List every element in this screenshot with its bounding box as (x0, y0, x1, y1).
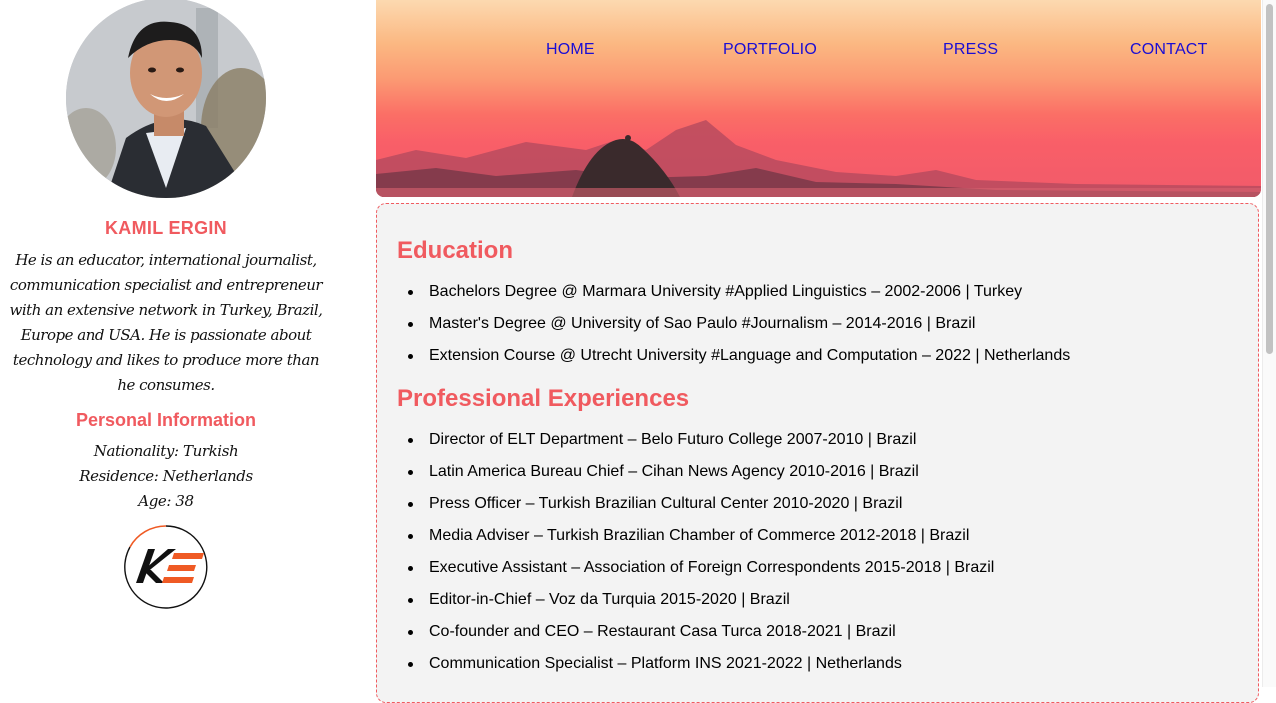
profile-name: KAMIL ERGIN (105, 218, 227, 238)
personal-info-list: Nationality: Turkish Residence: Netherla… (0, 439, 332, 514)
list-item: Latin America Bureau Chief – Cihan News … (397, 456, 994, 488)
scrollbar-thumb[interactable] (1266, 4, 1273, 354)
nav-contact-link[interactable]: CONTACT (1130, 41, 1208, 59)
education-heading: Education (397, 237, 514, 264)
list-item: Media Adviser – Turkish Brazilian Chambe… (397, 520, 994, 552)
list-item: Bachelors Degree @ Marmara University #A… (397, 276, 1070, 308)
list-item: Extension Course @ Utrecht University #L… (397, 340, 1070, 372)
profile-photo (66, 0, 266, 198)
list-item: Communication Specialist – Platform INS … (397, 648, 994, 680)
personal-info-heading: Personal Information (75, 410, 257, 430)
residence-text: Residence: Netherlands (79, 467, 253, 485)
profile-sidebar: KAMIL ERGIN He is an educator, internati… (0, 0, 332, 687)
list-item: Press Officer – Turkish Brazilian Cultur… (397, 488, 994, 520)
ke-logo-icon (122, 523, 210, 611)
resume-card: Education Bachelors Degree @ Marmara Uni… (376, 203, 1259, 703)
header-banner: HOME PORTFOLIO PRESS CONTACT (376, 0, 1261, 197)
nationality-text: Nationality: Turkish (93, 442, 239, 460)
list-item: Director of ELT Department – Belo Futuro… (397, 424, 994, 456)
page-scrollbar[interactable] (1262, 0, 1276, 687)
nav-home-link[interactable]: HOME (546, 41, 595, 59)
experience-list: Director of ELT Department – Belo Futuro… (397, 424, 994, 680)
nav-press-link[interactable]: PRESS (943, 41, 998, 59)
list-item: Co-founder and CEO – Restaurant Casa Tur… (397, 616, 994, 648)
sunset-landscape-image (376, 120, 1261, 197)
experience-heading: Professional Experiences (397, 385, 690, 412)
list-item: Editor-in-Chief – Voz da Turquia 2015-20… (397, 584, 994, 616)
profile-bio: He is an educator, international journal… (9, 251, 323, 394)
education-list: Bachelors Degree @ Marmara University #A… (397, 276, 1070, 372)
list-item: Master's Degree @ University of Sao Paul… (397, 308, 1070, 340)
age-text: Age: 38 (138, 492, 194, 510)
nav-portfolio-link[interactable]: PORTFOLIO (723, 41, 817, 59)
list-item: Executive Assistant – Association of For… (397, 552, 994, 584)
